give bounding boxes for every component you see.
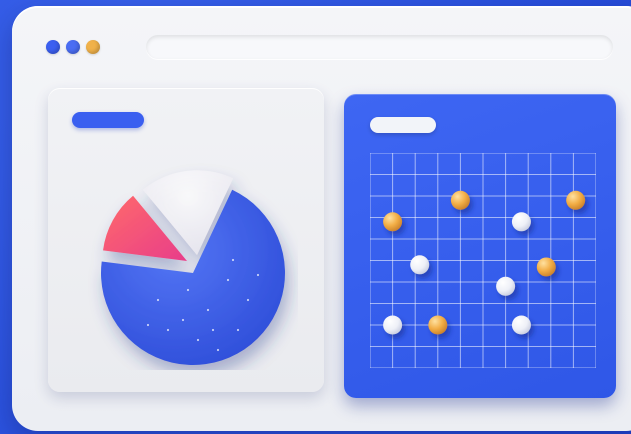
- scatter-grid: [369, 152, 597, 369]
- pie-speckle: [236, 328, 240, 332]
- pie-speckle: [186, 288, 190, 292]
- window-dot-3[interactable]: [86, 40, 100, 54]
- pie-speckle: [256, 273, 260, 277]
- background: [0, 0, 631, 434]
- pie-chart-svg: [100, 170, 285, 366]
- scatter-grid-svg: [369, 152, 597, 369]
- pie-speckle: [211, 328, 215, 332]
- pie-speckle: [226, 278, 230, 282]
- pie-speckle: [166, 328, 170, 332]
- orange-data-point: [566, 190, 586, 210]
- pie-chart: [88, 160, 298, 370]
- pie-speckle: [181, 318, 185, 322]
- window-dot-2[interactable]: [66, 40, 80, 54]
- pie-speckle: [156, 298, 160, 302]
- pie-speckle: [231, 258, 235, 262]
- white-data-point: [410, 255, 430, 275]
- pie-speckle: [196, 338, 200, 342]
- scatter-card-title-placeholder: [370, 117, 436, 133]
- white-data-point: [511, 212, 531, 232]
- pie-card-title-placeholder: [72, 112, 144, 128]
- orange-data-point: [536, 257, 556, 277]
- white-data-point: [383, 315, 403, 335]
- pie-speckle: [216, 348, 220, 352]
- orange-data-point: [428, 315, 448, 335]
- address-bar[interactable]: [146, 35, 613, 59]
- white-data-point: [511, 315, 531, 335]
- orange-data-point: [450, 190, 470, 210]
- pie-speckle: [146, 323, 150, 327]
- pie-speckle: [246, 298, 250, 302]
- window-dot-1[interactable]: [46, 40, 60, 54]
- window-controls: [46, 40, 100, 54]
- white-data-point: [496, 276, 516, 296]
- orange-data-point: [383, 212, 403, 232]
- pie-speckle: [206, 308, 210, 312]
